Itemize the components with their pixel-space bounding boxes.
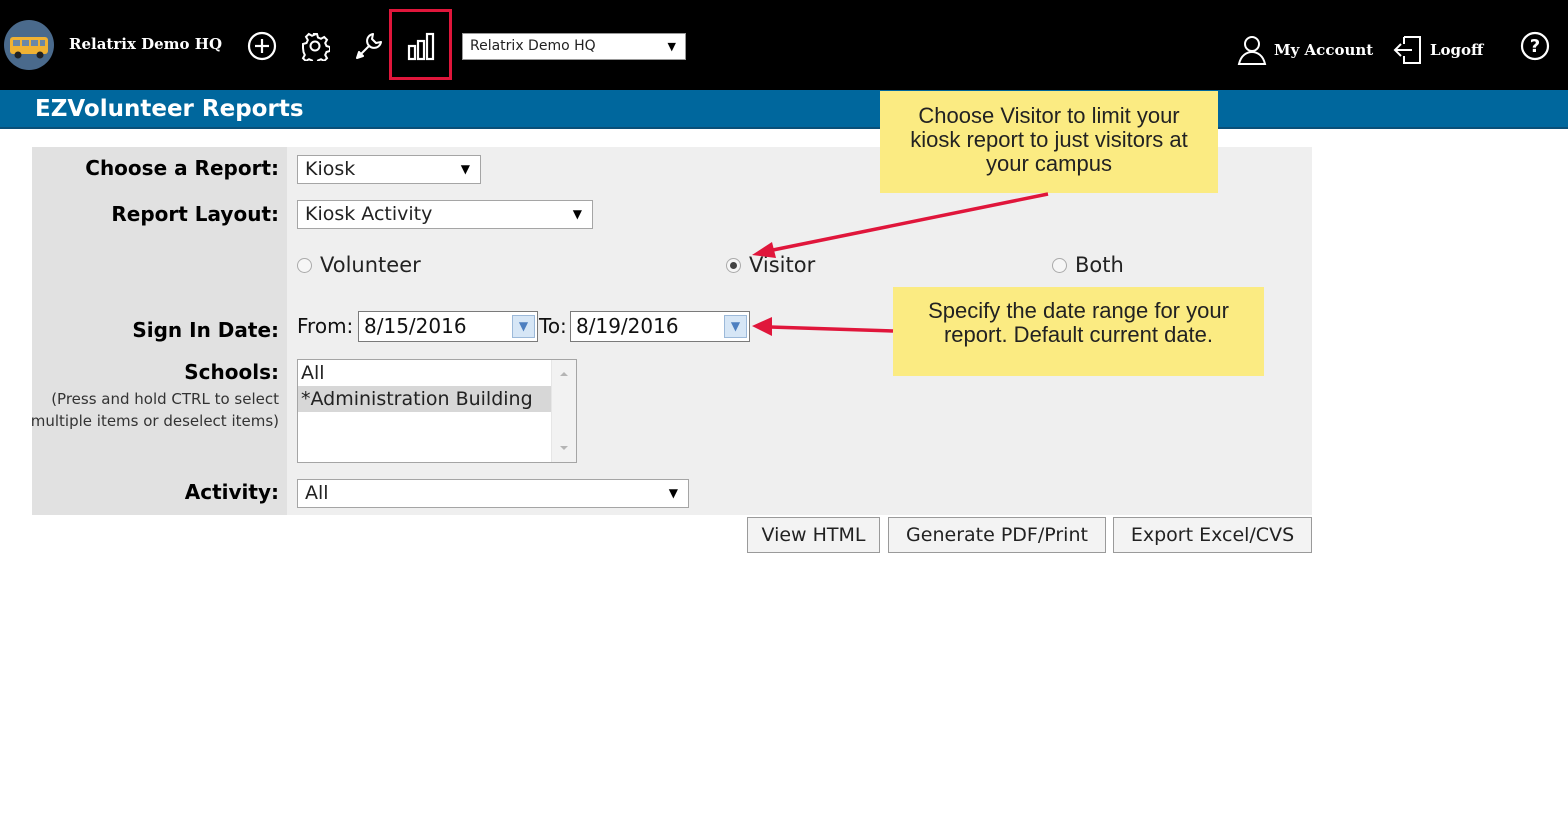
arrow-to-visitor <box>752 192 1049 258</box>
arrow-to-date <box>752 317 894 336</box>
annotation-arrows <box>752 192 1049 336</box>
